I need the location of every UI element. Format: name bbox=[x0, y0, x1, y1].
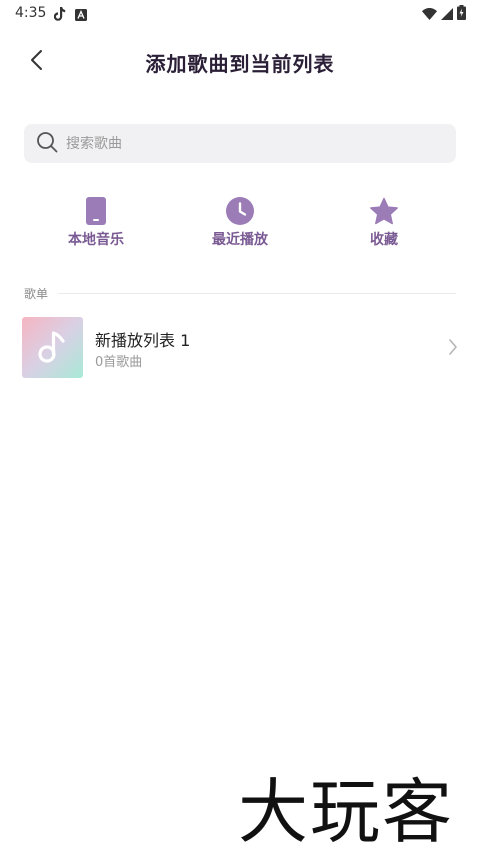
header: 添加歌曲到当前列表 bbox=[0, 38, 480, 86]
cellular-signal-icon bbox=[441, 5, 453, 24]
star-icon bbox=[369, 196, 399, 226]
a-notification-icon bbox=[75, 6, 87, 25]
battery-charging-icon bbox=[457, 5, 466, 24]
local-music-button[interactable]: 本地音乐 bbox=[36, 196, 156, 249]
recent-played-button[interactable]: 最近播放 bbox=[180, 196, 300, 249]
recent-played-label: 最近播放 bbox=[212, 232, 268, 248]
favorites-label: 收藏 bbox=[370, 232, 398, 248]
playlist-song-count: 0首歌曲 bbox=[95, 355, 143, 370]
wifi-icon bbox=[422, 5, 437, 24]
playlist-name: 新播放列表 1 bbox=[95, 331, 191, 350]
clock-icon bbox=[225, 196, 255, 226]
watermark: 大玩客 bbox=[232, 766, 480, 853]
search-bar[interactable] bbox=[24, 124, 456, 163]
tiktok-icon bbox=[53, 6, 66, 25]
search-input[interactable] bbox=[66, 135, 426, 152]
section-divider bbox=[58, 292, 456, 294]
section-title: 歌单 bbox=[24, 286, 49, 301]
quick-actions: 本地音乐 最近播放 收藏 bbox=[0, 196, 480, 256]
status-bar: 4:35 bbox=[0, 0, 480, 28]
watermark-text: 大玩客 bbox=[238, 771, 454, 853]
playlist-item[interactable]: 新播放列表 1 0首歌曲 bbox=[0, 316, 480, 380]
local-music-label: 本地音乐 bbox=[68, 232, 124, 248]
status-time: 4:35 bbox=[15, 5, 47, 21]
music-note-icon bbox=[37, 329, 69, 367]
search-icon bbox=[36, 131, 58, 157]
page-title: 添加歌曲到当前列表 bbox=[145, 52, 335, 76]
phone-icon bbox=[81, 196, 111, 226]
favorites-button[interactable]: 收藏 bbox=[324, 196, 444, 249]
chevron-right-icon bbox=[448, 338, 458, 360]
playlist-cover bbox=[22, 317, 83, 378]
playlist-section-header: 歌单 bbox=[24, 284, 456, 302]
